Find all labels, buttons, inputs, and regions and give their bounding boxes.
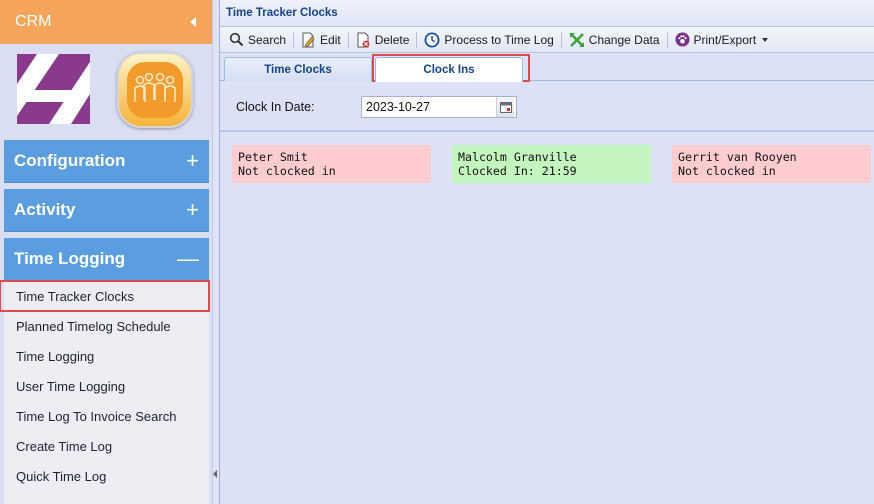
- clock-in-date-input[interactable]: [362, 98, 496, 116]
- collapse-minus-icon[interactable]: —: [177, 248, 199, 270]
- edit-icon: [302, 32, 315, 47]
- accordion-activity[interactable]: Activity +: [4, 189, 209, 232]
- process-to-time-log-button[interactable]: Process to Time Log: [419, 29, 558, 51]
- toolbar: Search Edit Delete Process to Time Log C…: [220, 27, 874, 53]
- tab-strip: Time Clocks Clock Ins: [220, 54, 874, 82]
- expand-plus-icon[interactable]: +: [186, 150, 199, 172]
- clock-in-form: Clock In Date:: [220, 82, 874, 132]
- search-label: Search: [248, 32, 287, 47]
- employee-status: Not clocked in: [238, 164, 336, 178]
- employee-status: Not clocked in: [678, 164, 776, 178]
- menu-item-create-time-log[interactable]: Create Time Log: [4, 431, 209, 461]
- toolbar-separator: [666, 31, 668, 48]
- calendar-button[interactable]: [496, 97, 514, 117]
- menu-item-planned-timelog-schedule[interactable]: Planned Timelog Schedule: [4, 311, 209, 341]
- employee-name: Peter Smit: [238, 150, 308, 164]
- logos-area: [0, 44, 212, 139]
- employee-card[interactable]: Peter Smit Not clocked in: [232, 145, 431, 183]
- tab-clock-ins[interactable]: Clock Ins: [375, 57, 523, 82]
- sidebar-collapse-handle-icon[interactable]: [213, 470, 217, 478]
- employee-name: Gerrit van Rooyen: [678, 150, 797, 164]
- clock-icon: [424, 32, 440, 47]
- calendar-icon: [499, 102, 512, 113]
- time-logging-menu: Time Tracker Clocks Planned Timelog Sche…: [0, 280, 210, 504]
- cross-arrows-icon: [569, 32, 584, 47]
- tab-time-clocks[interactable]: Time Clocks: [224, 57, 372, 81]
- search-button[interactable]: Search: [224, 29, 291, 51]
- accordion-label: Activity: [14, 200, 76, 219]
- h-logo-icon: [17, 54, 90, 124]
- employee-card[interactable]: Gerrit van Rooyen Not clocked in: [672, 145, 871, 183]
- employee-status: Clocked In: 21:59: [458, 164, 577, 178]
- people-group-icon: [117, 52, 193, 128]
- sidebar: CRM Configuration + Activity + Time Logg…: [0, 0, 213, 504]
- toolbar-separator: [560, 31, 562, 48]
- employee-card[interactable]: Malcolm Granville Clocked In: 21:59: [452, 145, 651, 183]
- toolbar-separator: [293, 31, 295, 48]
- accordion-configuration[interactable]: Configuration +: [4, 140, 209, 183]
- print-export-label: Print/Export: [693, 32, 757, 47]
- clock-in-date-label: Clock In Date:: [236, 100, 315, 114]
- accordion-time-logging[interactable]: Time Logging —: [4, 238, 209, 281]
- crm-header[interactable]: CRM: [0, 0, 212, 44]
- collapse-left-icon[interactable]: [190, 17, 196, 27]
- process-label: Process to Time Log: [444, 32, 554, 47]
- change-data-button[interactable]: Change Data: [564, 29, 665, 51]
- print-export-button[interactable]: Print/Export: [670, 29, 774, 51]
- accordion-label: Time Logging: [14, 249, 126, 268]
- accordion-label: Configuration: [14, 151, 126, 170]
- panel-title: Time Tracker Clocks: [220, 0, 874, 27]
- menu-item-time-tracker-clocks[interactable]: Time Tracker Clocks: [0, 280, 210, 312]
- toolbar-separator: [416, 31, 418, 48]
- menu-item-quick-time-log[interactable]: Quick Time Log: [4, 461, 209, 491]
- edit-button[interactable]: Edit: [296, 29, 346, 51]
- search-icon: [229, 32, 244, 47]
- delete-icon: [357, 32, 370, 47]
- app-name: CRM: [15, 13, 52, 30]
- main-panel: Time Tracker Clocks Search Edit Delete P…: [219, 0, 874, 504]
- delete-label: Delete: [374, 32, 410, 47]
- employee-name: Malcolm Granville: [458, 150, 577, 164]
- menu-item-time-logging[interactable]: Time Logging: [4, 341, 209, 371]
- toolbar-separator: [347, 31, 349, 48]
- chevron-down-icon[interactable]: [762, 37, 769, 42]
- menu-item-user-time-logging[interactable]: User Time Logging: [4, 371, 209, 401]
- paw-print-icon: [675, 32, 690, 47]
- edit-label: Edit: [320, 32, 341, 47]
- change-data-label: Change Data: [588, 32, 660, 47]
- expand-plus-icon[interactable]: +: [186, 199, 199, 221]
- delete-button[interactable]: Delete: [351, 29, 415, 51]
- clock-in-date-field: [361, 96, 517, 118]
- menu-item-time-log-to-invoice-search[interactable]: Time Log To Invoice Search: [4, 401, 209, 431]
